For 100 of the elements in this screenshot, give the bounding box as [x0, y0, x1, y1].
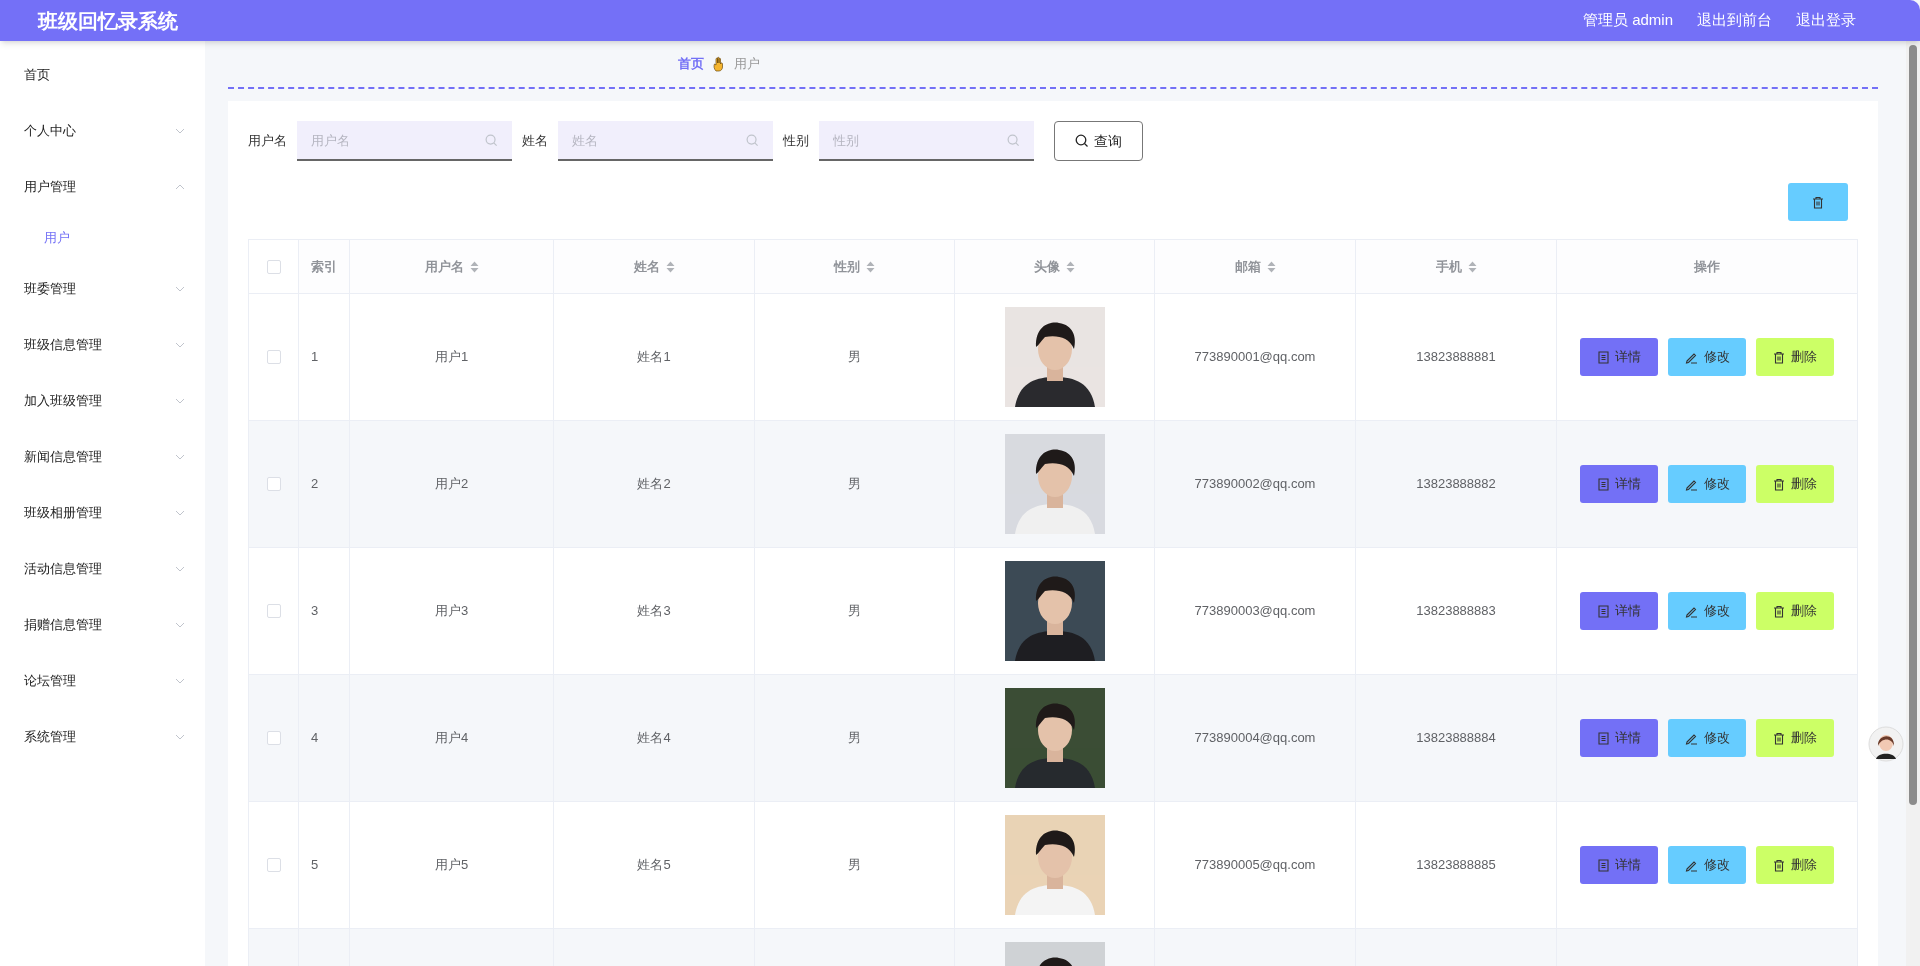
chevron-down-icon — [175, 678, 185, 684]
sort-icon[interactable] — [665, 260, 675, 273]
table-cell-text: 姓名4 — [637, 729, 671, 748]
action-button[interactable]: 修改 — [1668, 846, 1746, 884]
trash-icon — [1773, 350, 1785, 364]
table-cell-text: 773890001@qq.com — [1194, 348, 1316, 367]
column-title: 操作 — [1694, 257, 1720, 276]
sidebar-item[interactable]: 班级相册管理 — [0, 485, 205, 541]
sort-icon[interactable] — [1266, 260, 1276, 273]
table-cell-text: 用户3 — [434, 602, 469, 621]
column-title: 性别 — [834, 257, 860, 276]
action-button[interactable]: 修改 — [1668, 719, 1746, 757]
table-cell-text: 773890002@qq.com — [1194, 475, 1316, 494]
checkbox[interactable] — [266, 858, 281, 872]
search-button[interactable]: 查询 — [1054, 121, 1143, 161]
breadcrumb-item[interactable]: 首页 — [678, 54, 704, 74]
header-link[interactable]: 管理员 admin — [1582, 9, 1673, 32]
sidebar-item[interactable]: 新闻信息管理 — [0, 429, 205, 485]
table-cell-text: 姓名3 — [637, 602, 671, 621]
sort-icon[interactable] — [1066, 260, 1075, 273]
column-title: 姓名 — [633, 257, 660, 276]
action-button[interactable]: 删除 — [1756, 465, 1834, 503]
table-cell-text: 用户4 — [434, 729, 469, 748]
table-cell-text: 男 — [848, 856, 861, 875]
table-cell-text: 13823888884 — [1416, 729, 1496, 748]
document-icon — [1597, 477, 1609, 491]
table-cell-text: 773890004@qq.com — [1194, 729, 1316, 748]
document-icon — [1597, 858, 1609, 872]
search-field[interactable]: 用户名 — [297, 121, 512, 161]
sidebar-item[interactable]: 加入班级管理 — [0, 373, 205, 429]
column-title: 手机 — [1435, 257, 1462, 276]
table-cell-text: 1 — [311, 348, 319, 367]
delete-button[interactable] — [1788, 183, 1848, 221]
table-cell-text: 2 — [311, 475, 319, 494]
action-button[interactable]: 删除 — [1756, 338, 1834, 376]
table-cell-text: 姓名2 — [637, 475, 671, 494]
column-title: 用户名 — [424, 257, 464, 276]
search-field[interactable]: 姓名 — [558, 121, 773, 161]
chevron-down-icon — [175, 286, 185, 292]
column-title: 索引 — [311, 257, 337, 276]
chevron-down-icon — [175, 454, 185, 460]
table-cell-text: 13823888881 — [1416, 348, 1496, 367]
table-cell-text: 4 — [311, 729, 319, 748]
checkbox[interactable] — [266, 604, 281, 618]
table-cell-text: 男 — [848, 475, 861, 494]
trash-icon — [1773, 604, 1785, 618]
table-cell-text: 姓名1 — [637, 348, 671, 367]
column-title: 邮箱 — [1234, 257, 1261, 276]
document-icon — [1597, 350, 1609, 364]
sidebar-item[interactable]: 班级信息管理 — [0, 317, 205, 373]
trash-icon — [1812, 195, 1824, 209]
action-button[interactable]: 修改 — [1668, 592, 1746, 630]
action-button[interactable]: 删除 — [1756, 846, 1834, 884]
sidebar-item[interactable]: 活动信息管理 — [0, 541, 205, 597]
sidebar-item[interactable]: 用户管理 — [0, 159, 205, 215]
field-label: 用户名 — [248, 132, 287, 151]
sidebar-item[interactable]: 个人中心 — [0, 103, 205, 159]
chevron-down-icon — [175, 566, 185, 572]
field-label: 性别 — [783, 132, 809, 151]
search-icon — [485, 134, 498, 147]
action-button[interactable]: 修改 — [1668, 465, 1746, 503]
chevron-down-icon — [175, 128, 185, 134]
checkbox[interactable] — [266, 350, 281, 364]
document-icon — [1597, 604, 1609, 618]
trash-icon — [1773, 731, 1785, 745]
sidebar-item[interactable]: 系统管理 — [0, 709, 205, 765]
checkbox[interactable] — [266, 259, 281, 274]
table-cell-text: 773890005@qq.com — [1194, 856, 1316, 875]
table-cell-text: 用户1 — [434, 348, 469, 367]
table-cell-text: 3 — [311, 602, 319, 621]
table-cell-text: 13823888883 — [1416, 602, 1496, 621]
trash-icon — [1773, 477, 1785, 491]
action-button[interactable]: 删除 — [1756, 592, 1834, 630]
sidebar-item[interactable]: 班委管理 — [0, 261, 205, 317]
breadcrumb-item: 用户 — [734, 55, 760, 74]
table-cell-text: 姓名5 — [637, 856, 671, 875]
chevron-down-icon — [175, 622, 185, 628]
header-link[interactable]: 退出登录 — [1796, 9, 1856, 32]
search-field[interactable]: 性别 — [819, 121, 1034, 161]
trash-icon — [1773, 858, 1785, 872]
avatar-icon[interactable] — [1868, 726, 1904, 762]
sort-icon[interactable] — [866, 260, 875, 273]
sort-icon[interactable] — [1467, 260, 1477, 273]
field-label: 姓名 — [522, 132, 548, 151]
chevron-down-icon — [175, 510, 185, 516]
sidebar-item[interactable]: 首页 — [0, 47, 205, 103]
checkbox[interactable] — [266, 477, 281, 491]
action-button[interactable]: 删除 — [1756, 719, 1834, 757]
sidebar-item[interactable]: 捐赠信息管理 — [0, 597, 205, 653]
sidebar-item[interactable]: 论坛管理 — [0, 653, 205, 709]
chevron-up-icon — [175, 184, 185, 190]
sort-icon[interactable] — [469, 260, 479, 273]
checkbox[interactable] — [266, 731, 281, 745]
sidebar-subitem[interactable]: 用户 — [0, 215, 205, 261]
table-cell-text: 13823888885 — [1416, 856, 1496, 875]
action-button[interactable]: 修改 — [1668, 338, 1746, 376]
header-link[interactable]: 退出到前台 — [1697, 9, 1772, 32]
chevron-down-icon — [175, 734, 185, 740]
table-cell-text: 用户5 — [434, 856, 469, 875]
table-cell-text: 用户2 — [434, 475, 469, 494]
